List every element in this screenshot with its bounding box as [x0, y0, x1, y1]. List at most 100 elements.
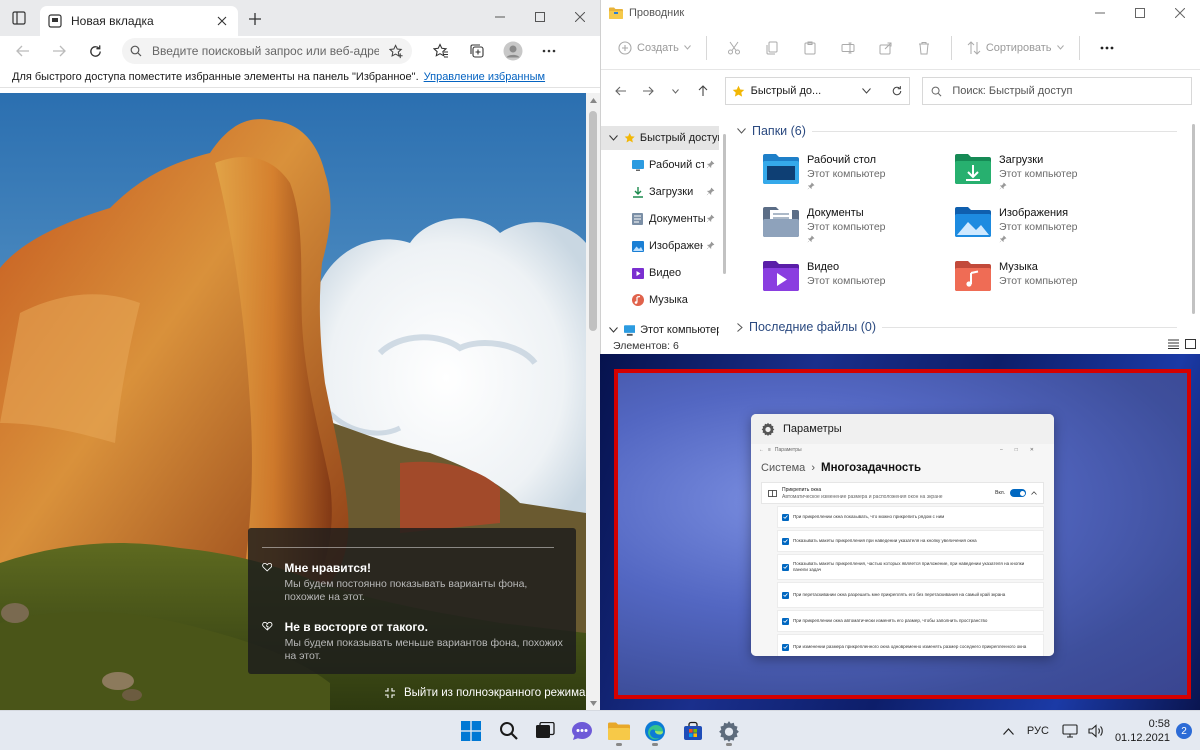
snap-option-row[interactable]: При перетаскивании окна разрешить мне пр… [777, 582, 1044, 608]
checkbox-checked[interactable] [782, 513, 789, 521]
chevron-down-icon[interactable] [862, 88, 872, 94]
forward-button[interactable] [636, 78, 659, 104]
snap-toggle[interactable] [1010, 489, 1026, 497]
checkbox-checked[interactable] [782, 617, 789, 625]
checkbox-checked[interactable] [782, 643, 789, 651]
scroll-down-arrow[interactable] [586, 696, 600, 710]
scrollbar-thumb[interactable] [589, 111, 597, 331]
cut-button[interactable] [717, 33, 751, 63]
close-button[interactable] [560, 0, 600, 34]
recent-files-group-header[interactable]: Последние файлы (0) [737, 320, 1177, 334]
nav-item-documents[interactable]: Документы [601, 207, 719, 231]
explorer-search-input[interactable] [952, 85, 1183, 97]
tab-close-button[interactable] [214, 13, 230, 29]
settings-window-preview[interactable]: Параметры ← ≡ Параметры –□✕ Система › Мн… [751, 414, 1054, 656]
folder-downloads[interactable]: Загрузки Этот компьютер [953, 152, 1133, 198]
share-button[interactable] [869, 33, 903, 63]
folders-group-header[interactable]: Папки (6) [737, 124, 1177, 138]
refresh-icon[interactable] [891, 85, 903, 97]
tab-actions-button[interactable] [0, 0, 38, 36]
forward-button[interactable] [42, 37, 76, 65]
checkbox-checked[interactable] [782, 563, 789, 571]
scroll-up-arrow[interactable] [586, 93, 600, 107]
back-button[interactable] [6, 37, 40, 65]
folder-pictures[interactable]: Изображения Этот компьютер [953, 205, 1133, 251]
more-options-button[interactable] [1090, 33, 1124, 63]
edge-taskbar-button[interactable] [638, 715, 672, 747]
folder-videos[interactable]: Видео Этот компьютер [761, 259, 941, 305]
profile-button[interactable] [496, 37, 530, 65]
pin-icon [999, 182, 1007, 190]
task-view-button[interactable] [528, 715, 562, 747]
clock[interactable]: 0:58 01.12.2021 [1109, 717, 1176, 745]
create-button[interactable]: Создать [613, 33, 696, 63]
notification-badge[interactable]: 2 [1176, 723, 1192, 739]
nav-item-music[interactable]: Музыка [601, 288, 719, 312]
file-explorer-taskbar-button[interactable] [602, 715, 636, 747]
snap-option-row[interactable]: При прикреплении окна показывать, что мо… [777, 506, 1044, 528]
settings-more-button[interactable] [532, 37, 566, 65]
snap-windows-setting[interactable]: Прикрепить окна Автоматическое изменение… [761, 482, 1044, 504]
manage-favorites-link[interactable]: Управление избранным [424, 71, 545, 83]
nav-item-videos[interactable]: Видео [601, 261, 719, 285]
details-view-icon[interactable] [1168, 339, 1179, 349]
search-taskbar-button[interactable] [492, 715, 526, 747]
close-button[interactable] [1160, 0, 1200, 26]
snap-option-row[interactable]: При изменении размера прикрепленного окн… [777, 634, 1044, 656]
recent-locations-button[interactable] [664, 78, 687, 104]
breadcrumb-parent[interactable]: Система [761, 462, 805, 474]
minimize-button[interactable] [480, 0, 520, 34]
rename-button[interactable] [831, 33, 865, 63]
checkbox-checked[interactable] [782, 591, 789, 599]
collections-button[interactable] [460, 37, 494, 65]
paste-button[interactable] [793, 33, 827, 63]
copy-button[interactable] [755, 33, 789, 63]
page-scrollbar[interactable] [586, 93, 600, 710]
nav-item-quick-access[interactable]: Быстрый доступ [601, 126, 719, 150]
navigation-scrollbar[interactable] [721, 120, 729, 338]
folder-music[interactable]: Музыка Этот компьютер [953, 259, 1133, 305]
tab-new-tab[interactable]: Новая вкладка [40, 6, 238, 36]
checkbox-checked[interactable] [782, 537, 789, 545]
favorites-button[interactable] [424, 37, 458, 65]
explorer-search-box[interactable] [922, 77, 1192, 105]
scrollbar-thumb[interactable] [1192, 124, 1195, 314]
exit-fullscreen-button[interactable]: Выйти из полноэкранного режима [384, 687, 585, 699]
store-taskbar-button[interactable] [676, 715, 710, 747]
like-background-option[interactable]: Мне нравится! Мы будем постоянно показыв… [262, 561, 566, 604]
scrollbar-thumb[interactable] [723, 134, 726, 274]
nav-item-desktop[interactable]: Рабочий стол [601, 153, 719, 177]
show-hidden-icons-button[interactable] [998, 711, 1019, 750]
sort-button[interactable]: Сортировать [962, 33, 1069, 63]
nav-item-pictures[interactable]: Изображения [601, 234, 719, 258]
snap-option-row[interactable]: Показывать макеты прикрепления, частью к… [777, 554, 1044, 580]
explorer-address-bar[interactable]: Быстрый до... [724, 77, 911, 105]
volume-button[interactable] [1083, 711, 1109, 750]
folder-documents[interactable]: Документы Этот компьютер [761, 205, 941, 251]
chevron-up-icon[interactable] [1031, 491, 1037, 495]
address-bar[interactable] [122, 38, 412, 64]
start-button[interactable] [454, 715, 488, 747]
add-favorite-icon[interactable] [389, 43, 404, 59]
network-button[interactable] [1057, 711, 1083, 750]
address-input[interactable] [152, 44, 379, 58]
maximize-button[interactable] [520, 0, 560, 34]
nav-item-this-pc[interactable]: Этот компьютер [601, 318, 719, 338]
chat-button[interactable] [565, 715, 599, 747]
language-indicator[interactable]: РУС [1019, 711, 1057, 750]
back-button[interactable] [609, 78, 632, 104]
nav-item-downloads[interactable]: Загрузки [601, 180, 719, 204]
delete-button[interactable] [907, 33, 941, 63]
large-icons-view-icon[interactable] [1185, 339, 1196, 349]
settings-taskbar-button[interactable] [712, 715, 746, 747]
dislike-background-option[interactable]: Не в восторге от такого. Мы будем показы… [262, 620, 566, 663]
maximize-button[interactable] [1120, 0, 1160, 26]
snap-option-row[interactable]: При прикреплении окна автоматически изме… [777, 610, 1044, 632]
snap-option-row[interactable]: Показывать макеты прикрепления при навед… [777, 530, 1044, 552]
folder-desktop[interactable]: Рабочий стол Этот компьютер [761, 152, 941, 198]
minimize-button[interactable] [1080, 0, 1120, 26]
up-button[interactable] [691, 78, 714, 104]
content-scrollbar[interactable] [1190, 120, 1198, 338]
refresh-button[interactable] [78, 37, 112, 65]
new-tab-button[interactable] [245, 9, 265, 29]
